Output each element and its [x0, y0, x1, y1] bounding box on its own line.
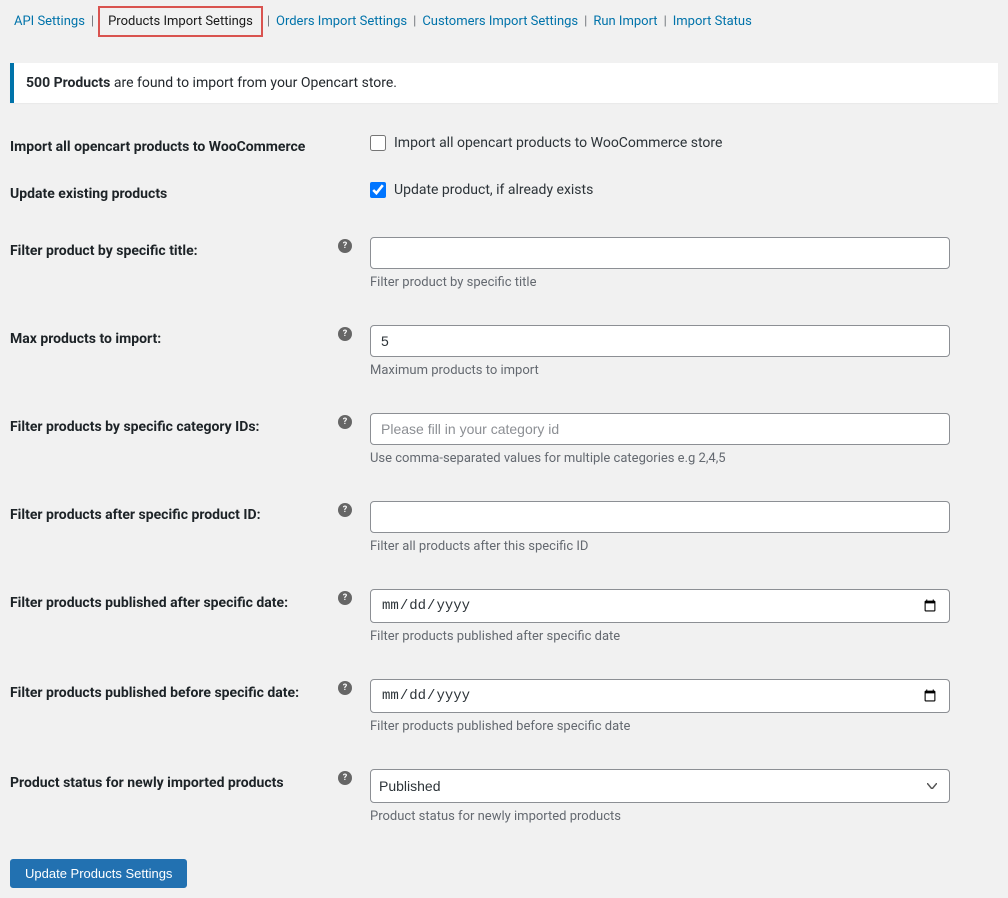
- help-icon[interactable]: ?: [338, 681, 352, 695]
- tab-run-import[interactable]: Run Import: [589, 10, 661, 33]
- help-icon[interactable]: ?: [338, 415, 352, 429]
- help-icon[interactable]: ?: [338, 239, 352, 253]
- import-all-checkbox-label: Import all opencart products to WooComme…: [394, 135, 722, 151]
- filter-category-label: Filter products by specific category IDs…: [10, 413, 370, 435]
- filter-after-id-input[interactable]: [370, 501, 950, 533]
- settings-tabs: API Settings | Products Import Settings …: [10, 10, 998, 33]
- help-icon[interactable]: ?: [338, 327, 352, 341]
- update-existing-checkbox-label: Update product, if already exists: [394, 182, 593, 198]
- filter-title-hint: Filter product by specific title: [370, 275, 950, 290]
- tab-separator: |: [411, 10, 418, 33]
- filter-category-input[interactable]: [370, 413, 950, 445]
- filter-before-date-input[interactable]: [370, 679, 950, 713]
- filter-after-date-hint: Filter products published after specific…: [370, 629, 950, 644]
- info-notice: 500 Products are found to import from yo…: [10, 63, 998, 103]
- filter-after-date-input[interactable]: [370, 589, 950, 623]
- update-existing-checkbox[interactable]: [370, 182, 386, 198]
- tab-separator: |: [662, 10, 669, 33]
- product-status-hint: Product status for newly imported produc…: [370, 809, 950, 824]
- filter-category-hint: Use comma-separated values for multiple …: [370, 451, 950, 466]
- product-status-select[interactable]: Published: [370, 769, 950, 803]
- max-products-label: Max products to import: ?: [10, 325, 370, 347]
- filter-after-date-label: Filter products published after specific…: [10, 589, 370, 611]
- tab-separator: |: [582, 10, 589, 33]
- product-status-label: Product status for newly imported produc…: [10, 769, 370, 791]
- help-icon[interactable]: ?: [338, 503, 352, 517]
- tab-customers-import-settings[interactable]: Customers Import Settings: [418, 10, 582, 33]
- filter-title-label: Filter product by specific title: ?: [10, 237, 370, 259]
- tab-orders-import-settings[interactable]: Orders Import Settings: [272, 10, 411, 33]
- update-existing-label: Update existing products: [10, 180, 370, 202]
- import-all-checkbox[interactable]: [370, 135, 386, 151]
- notice-text: are found to import from your Opencart s…: [110, 75, 397, 91]
- update-products-settings-button[interactable]: Update Products Settings: [10, 859, 187, 888]
- filter-before-date-label: Filter products published before specifi…: [10, 679, 370, 701]
- tab-separator: |: [89, 10, 96, 33]
- filter-title-input[interactable]: [370, 237, 950, 269]
- filter-after-id-label: Filter products after specific product I…: [10, 501, 370, 523]
- help-icon[interactable]: ?: [338, 771, 352, 785]
- filter-before-date-hint: Filter products published before specifi…: [370, 719, 950, 734]
- max-products-hint: Maximum products to import: [370, 363, 950, 378]
- tab-api-settings[interactable]: API Settings: [10, 10, 89, 33]
- notice-count: 500 Products: [26, 75, 110, 91]
- tab-products-import-settings[interactable]: Products Import Settings: [98, 6, 263, 37]
- import-all-label: Import all opencart products to WooComme…: [10, 133, 370, 155]
- filter-after-id-hint: Filter all products after this specific …: [370, 539, 950, 554]
- tab-import-status[interactable]: Import Status: [669, 10, 756, 33]
- tab-separator: |: [265, 10, 272, 33]
- max-products-input[interactable]: [370, 325, 950, 357]
- settings-form: Import all opencart products to WooComme…: [10, 133, 998, 888]
- help-icon[interactable]: ?: [338, 591, 352, 605]
